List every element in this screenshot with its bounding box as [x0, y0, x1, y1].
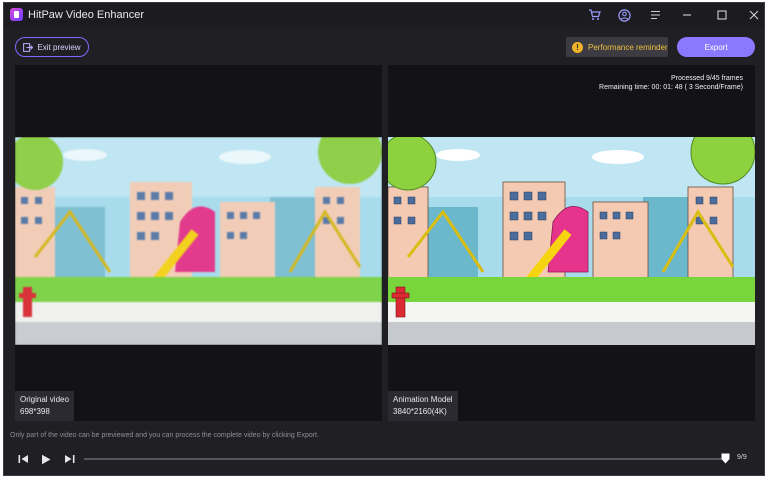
play-icon[interactable]	[39, 452, 53, 466]
toolbar: Exit preview ! Performance reminder Expo…	[4, 27, 764, 63]
enhanced-model-title: Animation Model	[393, 395, 453, 404]
close-icon[interactable]	[746, 7, 762, 23]
performance-reminder-label: Performance reminder	[588, 42, 668, 52]
exit-icon	[23, 42, 34, 52]
app-logo-icon	[10, 8, 23, 21]
timeline-thumb-icon[interactable]	[721, 453, 730, 464]
app-window: HitPaw Video Enhancer Exit preview ! Per…	[3, 2, 765, 476]
title-bar: HitPaw Video Enhancer	[4, 3, 764, 27]
maximize-icon[interactable]	[714, 7, 730, 23]
timeline-track[interactable]	[84, 453, 730, 464]
cart-icon[interactable]	[586, 7, 602, 23]
original-video-label: Original video 698*398	[15, 391, 74, 421]
playback-controls: 9/9	[4, 445, 764, 473]
original-video-image	[15, 137, 382, 345]
processing-progress: Processed 9/45 frames Remaining time: 00…	[599, 74, 743, 92]
original-video-frame	[15, 137, 382, 345]
enhanced-video-resolution: 3840*2160(4K)	[393, 407, 447, 416]
enhanced-video-image	[388, 137, 755, 345]
performance-reminder-button[interactable]: ! Performance reminder	[566, 37, 668, 57]
enhanced-video-panel: Processed 9/45 frames Remaining time: 00…	[388, 65, 755, 421]
original-video-panel: Original video 698*398	[15, 65, 382, 421]
original-video-title: Original video	[20, 395, 69, 404]
app-title: HitPaw Video Enhancer	[28, 9, 144, 21]
enhanced-video-frame	[388, 137, 755, 345]
warning-icon: !	[572, 41, 583, 53]
preview-hint: Only part of the video can be previewed …	[10, 432, 319, 439]
exit-preview-button[interactable]: Exit preview	[15, 37, 89, 57]
processed-frames: Processed 9/45 frames	[671, 75, 743, 82]
export-button[interactable]: Export	[677, 37, 755, 57]
original-video-resolution: 698*398	[20, 407, 50, 416]
enhanced-video-label: Animation Model 3840*2160(4K)	[388, 391, 458, 421]
remaining-time: Remaining time: 00: 01: 48 ( 3 Second/Fr…	[599, 84, 743, 91]
exit-preview-label: Exit preview	[37, 42, 81, 52]
menu-icon[interactable]	[647, 7, 663, 23]
next-frame-icon[interactable]	[62, 452, 76, 466]
account-icon[interactable]	[616, 7, 632, 23]
frame-counter: 9/9	[737, 454, 747, 461]
minimize-icon[interactable]	[679, 7, 695, 23]
timeline-progress	[84, 458, 725, 460]
previous-frame-icon[interactable]	[16, 452, 30, 466]
